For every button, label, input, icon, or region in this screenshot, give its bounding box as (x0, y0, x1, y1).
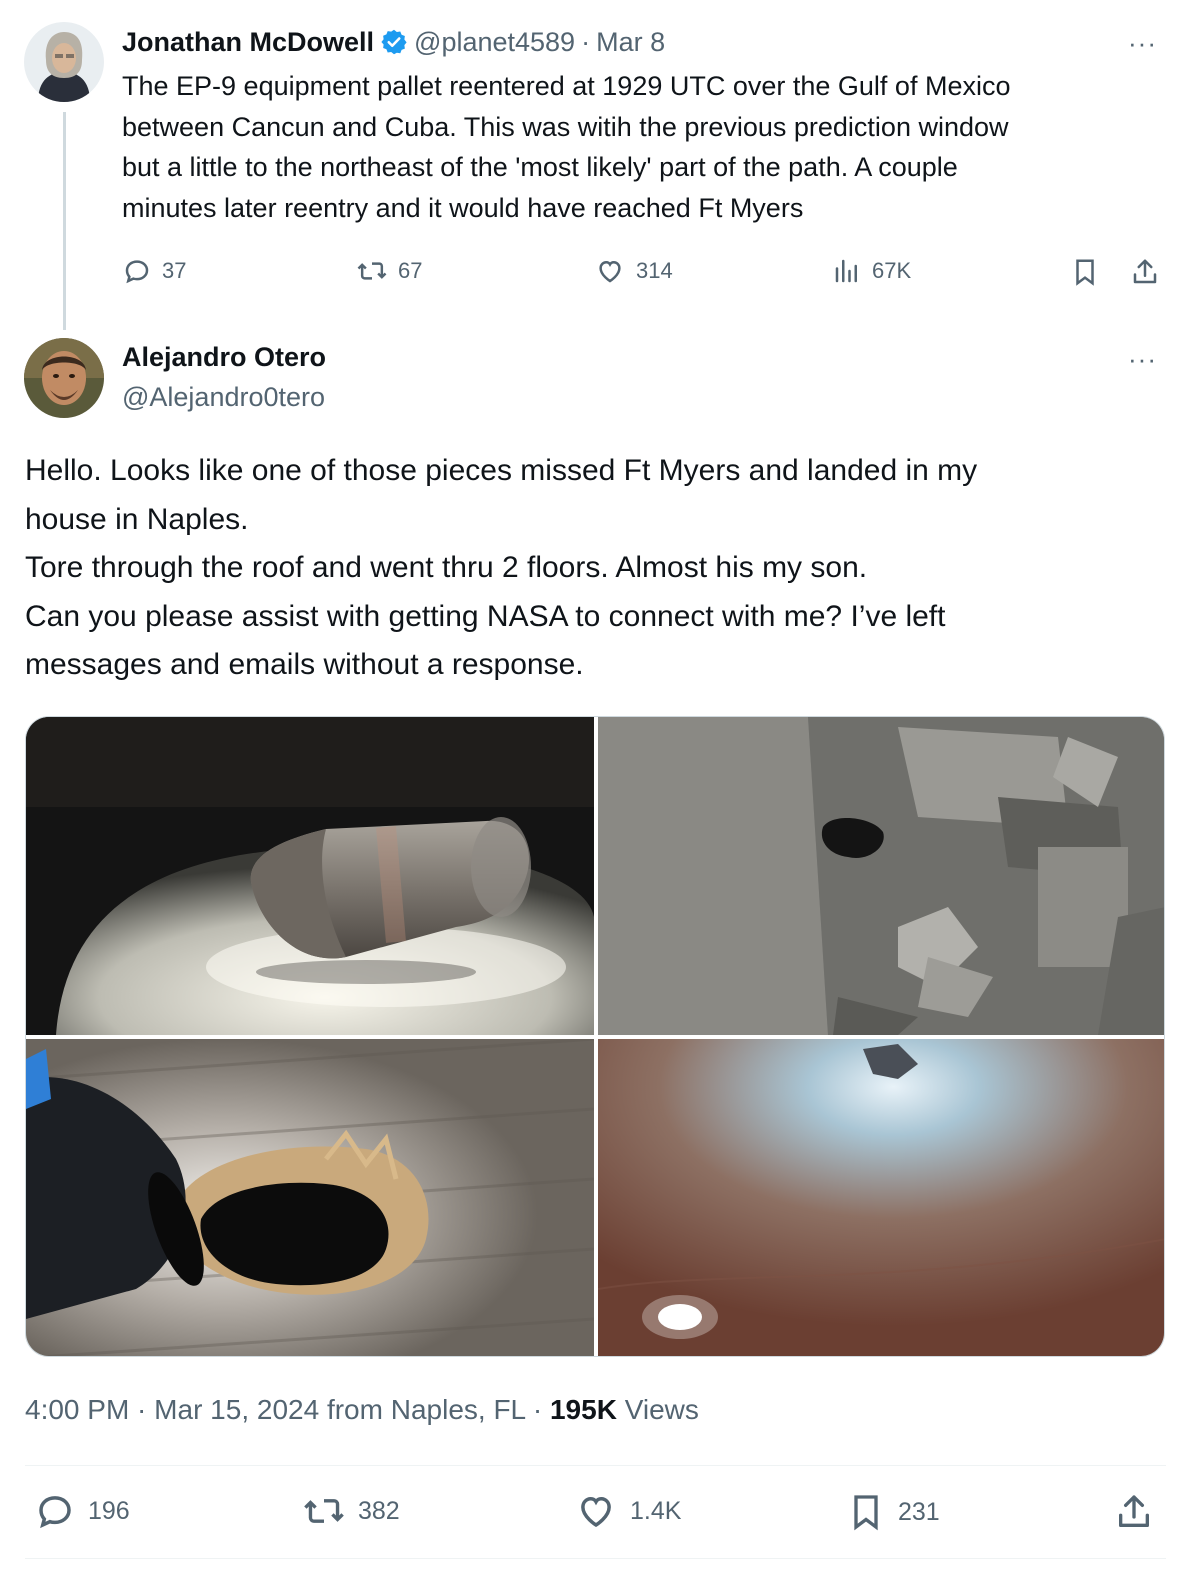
more-options-icon[interactable]: ··· (1128, 30, 1157, 56)
views-label: Views (616, 1394, 699, 1425)
repost-button[interactable]: 382 (302, 1490, 400, 1532)
bookmark-button[interactable]: 231 (846, 1490, 940, 1534)
author-handle[interactable]: @Alejandro0tero (122, 382, 325, 413)
photo-floor-hole[interactable] (26, 1039, 594, 1356)
tweet-location: from Naples, FL (319, 1394, 526, 1425)
grid-divider-horizontal (26, 1035, 1164, 1039)
separator-dot: · (581, 26, 591, 57)
share-button[interactable] (1130, 256, 1160, 288)
tweet-date[interactable]: Mar 15, 2024 (154, 1394, 319, 1425)
divider-top (25, 1465, 1166, 1466)
reply-count: 196 (88, 1496, 130, 1525)
like-button[interactable]: 1.4K (574, 1490, 681, 1532)
repost-icon (304, 1499, 344, 1523)
separator-dot: · (129, 1394, 155, 1425)
avatar-jonathan-mcdowell[interactable] (24, 22, 104, 102)
repost-count: 382 (358, 1496, 400, 1525)
author-name[interactable]: Jonathan McDowell (122, 27, 374, 58)
share-icon (1133, 259, 1157, 284)
views-button[interactable]: 67K (832, 256, 911, 286)
tweet-date[interactable]: Mar 8 (596, 27, 665, 58)
tweet-meta: 4:00 PM · Mar 15, 2024 from Naples, FL ·… (25, 1394, 699, 1426)
parent-tweet-header: Jonathan McDowell @planet4589 · Mar 8 (122, 24, 665, 60)
analytics-icon (835, 259, 857, 283)
share-button[interactable] (1114, 1490, 1154, 1534)
repost-icon (357, 262, 387, 280)
share-icon (1119, 1495, 1149, 1527)
views-total: 195K (549, 1394, 617, 1425)
repost-count: 67 (398, 258, 423, 283)
photo-ceiling-hole[interactable] (598, 1039, 1164, 1356)
bookmark-button[interactable] (1070, 256, 1100, 288)
author-handle[interactable]: @planet4589 (414, 27, 575, 58)
reply-button[interactable]: 37 (122, 256, 186, 286)
more-options-icon[interactable]: ··· (1128, 346, 1157, 372)
heart-icon (581, 1496, 611, 1528)
views-count: 67K (872, 258, 912, 283)
bookmark-icon (854, 1495, 878, 1531)
reply-count: 37 (162, 258, 187, 283)
photo-debris-cylinder[interactable] (26, 717, 594, 1035)
media-grid (25, 716, 1165, 1357)
tweet-time[interactable]: 4:00 PM (25, 1394, 129, 1425)
author-name[interactable]: Alejandro Otero (122, 342, 326, 373)
reply-icon (39, 1496, 71, 1529)
verified-badge-icon (380, 28, 408, 56)
thread-connector-line (63, 112, 66, 330)
like-count: 1.4K (630, 1496, 682, 1525)
main-tweet-text: Hello. Looks like one of those pieces mi… (25, 454, 978, 681)
bookmark-count: 231 (898, 1497, 940, 1526)
like-count: 314 (636, 258, 673, 283)
reply-icon (125, 260, 149, 284)
divider-bottom (25, 1558, 1166, 1559)
heart-icon (599, 260, 621, 283)
reply-button[interactable]: 196 (34, 1490, 130, 1532)
bookmark-icon (1076, 259, 1094, 286)
repost-button[interactable]: 67 (356, 256, 422, 286)
avatar-alejandro-otero[interactable] (24, 338, 104, 418)
separator-dot: · (525, 1394, 550, 1425)
parent-tweet-text: The EP-9 equipment pallet reentered at 1… (122, 71, 1011, 223)
like-button[interactable]: 314 (594, 256, 673, 286)
photo-roof-damage[interactable] (598, 717, 1164, 1035)
